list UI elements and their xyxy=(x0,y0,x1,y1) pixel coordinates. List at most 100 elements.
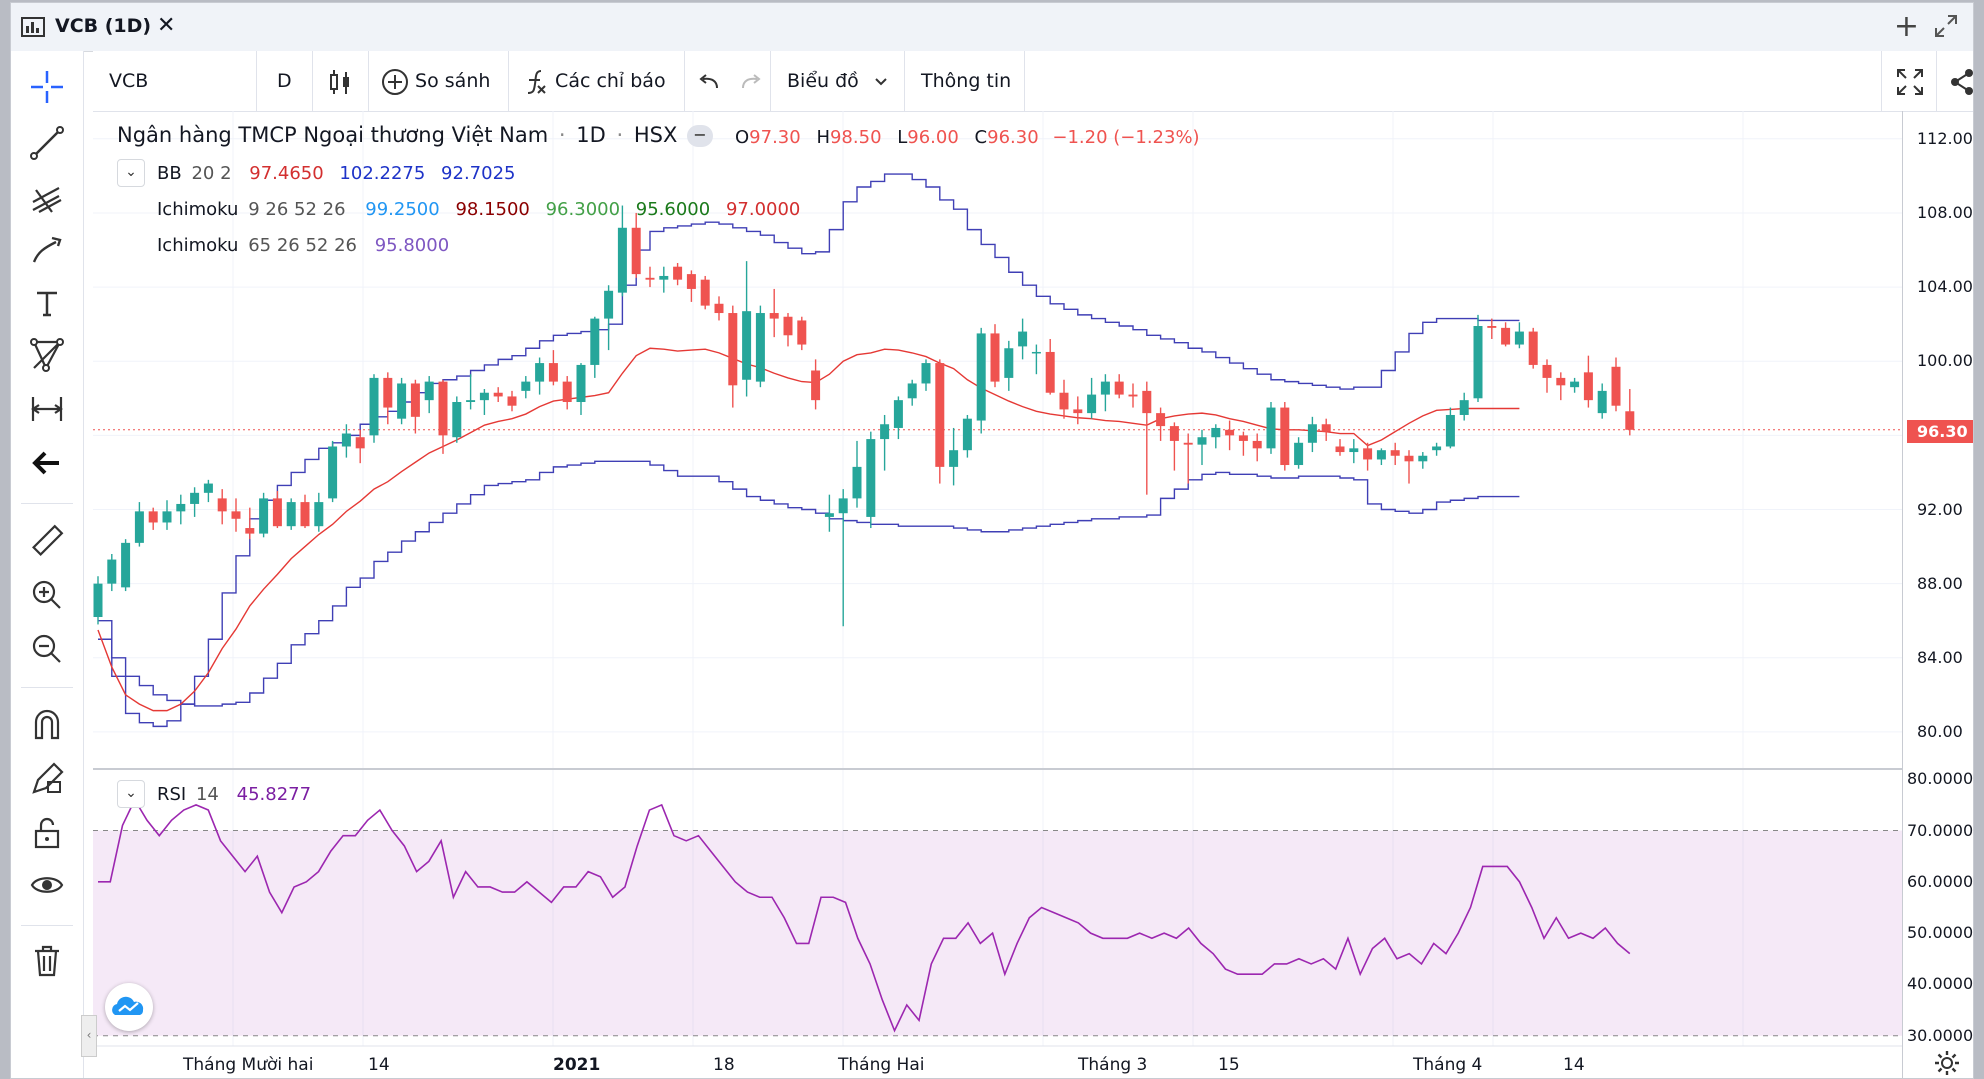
collapse-rsi-button[interactable]: ⌄ xyxy=(117,780,145,808)
candle-body xyxy=(617,227,627,293)
ruler-icon[interactable] xyxy=(27,521,67,561)
bb-lower: 92.7025 xyxy=(441,163,516,184)
info-button[interactable]: Thông tin xyxy=(905,51,1025,111)
window-titlebar: VCB (1D) ✕ + xyxy=(11,3,1973,52)
add-icon[interactable]: + xyxy=(1894,9,1919,44)
candle-body xyxy=(659,275,669,280)
measure-range-icon[interactable] xyxy=(27,389,67,429)
price-chart[interactable] xyxy=(93,111,1903,1079)
candle-body xyxy=(493,392,503,397)
ichimoku-legend-1[interactable]: Ichimoku 9 26 52 26 99.2500 98.1500 96.3… xyxy=(157,199,804,220)
hide-legend-icon[interactable]: − xyxy=(687,125,713,147)
candle-body xyxy=(328,446,338,499)
rsi-tick-label: 40.0000 xyxy=(1907,974,1974,994)
rsi-legend[interactable]: RSI 14 45.8277 xyxy=(157,784,315,805)
candle-body xyxy=(576,364,586,403)
candle-body xyxy=(880,424,890,440)
pitchfork-icon[interactable] xyxy=(27,177,67,217)
trend-line-icon[interactable] xyxy=(27,123,67,163)
undo-icon[interactable] xyxy=(685,51,731,111)
magnet-icon[interactable] xyxy=(27,705,67,745)
compare-button[interactable]: So sánh xyxy=(369,51,509,111)
tradingview-logo[interactable] xyxy=(105,983,153,1031)
candle-body xyxy=(1238,435,1248,441)
close-icon[interactable]: ✕ xyxy=(157,13,175,38)
ichi1-leadB: 97.0000 xyxy=(725,199,801,220)
rsi-value: 45.8277 xyxy=(236,784,312,805)
rsi-name: RSI xyxy=(157,784,187,805)
candle-body xyxy=(1004,348,1014,378)
candle-body xyxy=(424,381,434,401)
candle-body xyxy=(217,498,227,512)
candle-body xyxy=(1542,364,1552,378)
legend-exchange: HSX xyxy=(633,123,678,147)
ichi1-conversion: 99.2500 xyxy=(365,199,440,220)
candle-body xyxy=(962,418,972,451)
indicators-button[interactable]: Các chỉ báo xyxy=(509,51,685,111)
unlock-icon[interactable] xyxy=(27,813,67,853)
time-tick-label: 14 xyxy=(1563,1055,1585,1075)
o-value: 97.30 xyxy=(749,127,801,148)
crosshair-icon[interactable] xyxy=(27,67,67,107)
candle-body xyxy=(1404,455,1414,462)
lock-drawing-icon[interactable] xyxy=(27,759,67,799)
pattern-icon[interactable] xyxy=(27,335,67,375)
bb-legend[interactable]: BB 20 2 97.4650 102.2275 92.7025 xyxy=(157,163,519,184)
text-tool-icon[interactable] xyxy=(27,283,67,323)
expand-window-icon[interactable] xyxy=(1933,13,1959,43)
rsi-tick-label: 50.0000 xyxy=(1907,923,1974,943)
brush-icon[interactable] xyxy=(27,229,67,269)
ohlc-legend: O97.30 H98.50 L96.00 C96.30 −1.20 (−1.23… xyxy=(735,127,1204,148)
candle-body xyxy=(107,559,117,584)
candle-body xyxy=(1625,411,1635,430)
add-circle-icon xyxy=(382,68,408,95)
bb-params: 20 2 xyxy=(191,163,232,184)
zoom-in-icon[interactable] xyxy=(27,575,67,615)
company-name: Ngân hàng TMCP Ngoại thương Việt Nam xyxy=(117,123,549,147)
candle-body xyxy=(1280,407,1290,466)
candle-body xyxy=(949,450,959,467)
candle-body xyxy=(521,381,531,391)
change-value: −1.20 (−1.23%) xyxy=(1052,127,1200,148)
candle-body xyxy=(1100,381,1110,395)
info-label: Thông tin xyxy=(921,70,1012,92)
candle-body xyxy=(700,279,710,306)
bb-basis-line xyxy=(97,347,1520,712)
collapse-indicators-button[interactable]: ⌄ xyxy=(117,159,145,187)
candle-body xyxy=(203,483,213,493)
compare-label: So sánh xyxy=(415,70,491,92)
indicators-label: Các chỉ báo xyxy=(555,70,666,92)
ichimoku-legend-2[interactable]: Ichimoku 65 26 52 26 95.8000 xyxy=(157,235,453,256)
candle-body xyxy=(1432,446,1442,451)
candle-body xyxy=(1514,331,1524,345)
candles-icon[interactable] xyxy=(313,51,369,111)
candle-body xyxy=(714,303,724,314)
candle-body xyxy=(259,498,269,534)
c-label: C xyxy=(974,127,988,148)
eye-icon[interactable] xyxy=(27,865,67,905)
sidebar-toggle-icon[interactable]: ‹ xyxy=(81,1015,97,1057)
candle-body xyxy=(1335,446,1345,453)
candle-body xyxy=(1349,448,1359,453)
bb-upper-line xyxy=(98,173,1520,728)
price-tick-label: 108.00 xyxy=(1917,202,1973,222)
window-title: VCB (1D) xyxy=(55,15,152,37)
ichi2-params: 65 26 52 26 xyxy=(248,235,357,256)
share-icon[interactable] xyxy=(1937,51,1973,111)
fullscreen-icon[interactable] xyxy=(1881,51,1937,111)
trash-icon[interactable] xyxy=(27,941,67,981)
interval-button[interactable]: D xyxy=(257,51,313,111)
zoom-out-icon[interactable] xyxy=(27,629,67,669)
candle-body xyxy=(686,274,696,289)
candle-body xyxy=(1018,331,1028,347)
chart-type-dropdown[interactable]: Biểu đồ xyxy=(771,51,905,111)
settings-gear-icon[interactable] xyxy=(1933,1049,1961,1078)
redo-icon[interactable] xyxy=(731,51,771,111)
candle-body xyxy=(548,363,558,382)
symbol-search[interactable]: VCB xyxy=(93,51,257,111)
function-icon xyxy=(527,69,546,94)
candle-body xyxy=(1294,442,1304,466)
candle-body xyxy=(314,502,324,527)
chart-area[interactable]: Ngân hàng TMCP Ngoại thương Việt Nam · 1… xyxy=(93,111,1973,1079)
back-arrow-icon[interactable] xyxy=(27,443,67,483)
